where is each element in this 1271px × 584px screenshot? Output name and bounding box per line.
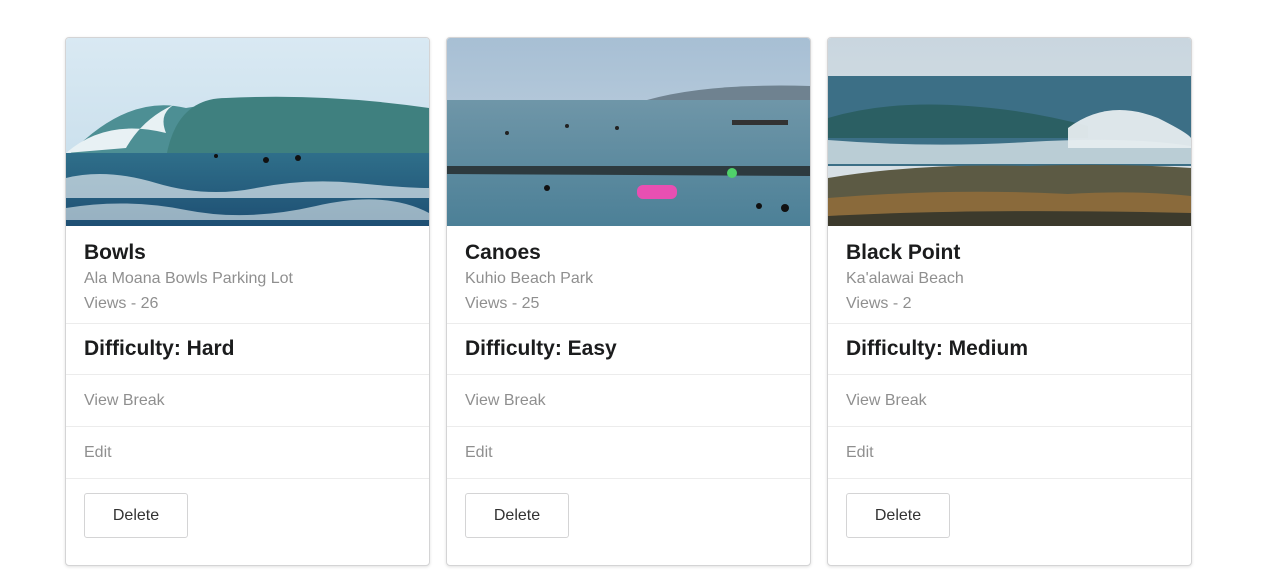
edit-link[interactable]: Edit [66, 427, 429, 479]
break-card: Bowls Ala Moana Bowls Parking Lot Views … [65, 37, 430, 566]
break-title: Black Point [846, 241, 961, 264]
break-difficulty: Difficulty: Easy [447, 324, 810, 375]
break-title: Canoes [465, 241, 541, 264]
break-views: Views - 26 [84, 295, 159, 312]
delete-button[interactable]: Delete [84, 493, 188, 538]
break-difficulty: Difficulty: Medium [828, 324, 1191, 375]
break-photo [447, 38, 810, 226]
break-location: Kuhio Beach Park [465, 270, 594, 287]
edit-link[interactable]: Edit [828, 427, 1191, 479]
break-card-grid: Bowls Ala Moana Bowls Parking Lot Views … [65, 37, 1192, 566]
break-photo [66, 38, 429, 226]
break-card: Black Point Ka'alawai Beach Views - 2 Di… [827, 37, 1192, 566]
break-location: Ala Moana Bowls Parking Lot [84, 270, 293, 287]
card-actions: Delete [66, 479, 429, 552]
card-actions: Delete [828, 479, 1191, 552]
break-views: Views - 2 [846, 295, 912, 312]
delete-button[interactable]: Delete [465, 493, 569, 538]
view-break-link[interactable]: View Break [66, 375, 429, 427]
edit-link[interactable]: Edit [447, 427, 810, 479]
break-card: Canoes Kuhio Beach Park Views - 25 Diffi… [446, 37, 811, 566]
break-title: Bowls [84, 241, 146, 264]
view-break-link[interactable]: View Break [447, 375, 810, 427]
break-difficulty: Difficulty: Hard [66, 324, 429, 375]
break-photo [828, 38, 1191, 226]
break-views: Views - 25 [465, 295, 540, 312]
break-location: Ka'alawai Beach [846, 270, 964, 287]
view-break-link[interactable]: View Break [828, 375, 1191, 427]
delete-button[interactable]: Delete [846, 493, 950, 538]
card-content: Bowls Ala Moana Bowls Parking Lot Views … [66, 226, 429, 324]
card-actions: Delete [447, 479, 810, 552]
card-content: Black Point Ka'alawai Beach Views - 2 [828, 226, 1191, 324]
card-content: Canoes Kuhio Beach Park Views - 25 [447, 226, 810, 324]
